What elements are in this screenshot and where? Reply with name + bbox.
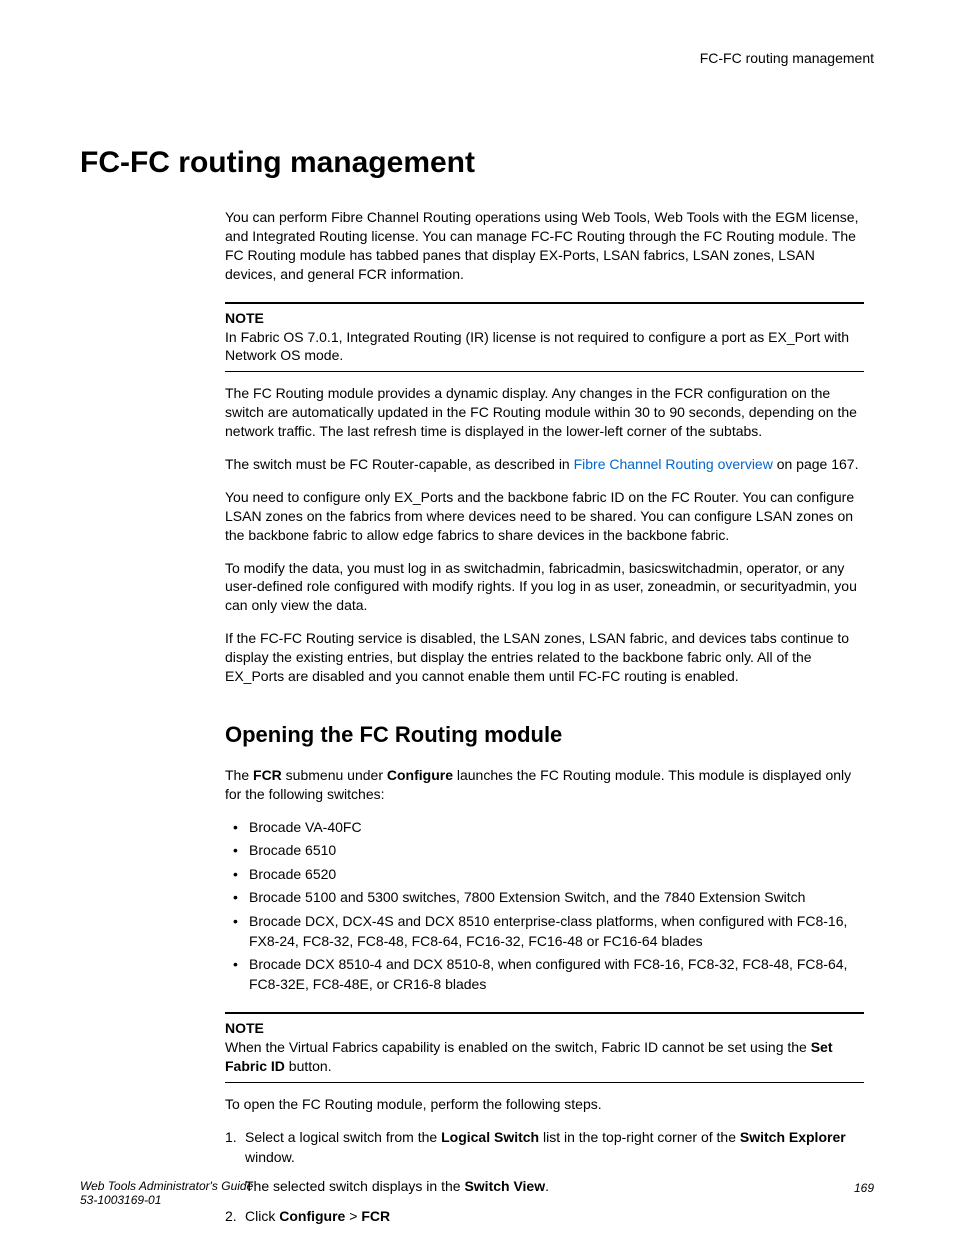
paragraph-5: If the FC-FC Routing service is disabled… <box>225 629 864 686</box>
paragraph-2: The switch must be FC Router-capable, as… <box>225 455 864 474</box>
link-fc-routing-overview[interactable]: Fibre Channel Routing overview <box>574 456 773 472</box>
switch-list: Brocade VA-40FC Brocade 6510 Brocade 652… <box>225 818 864 995</box>
step-2: Click Configure > FCR <box>225 1207 864 1227</box>
footer-docnum: 53-1003169-01 <box>80 1193 874 1207</box>
list-item: Brocade 6520 <box>225 865 864 885</box>
paragraph-3: You need to configure only EX_Ports and … <box>225 488 864 545</box>
list-item: Brocade VA-40FC <box>225 818 864 838</box>
note-label: NOTE <box>225 310 864 326</box>
list-item: Brocade 5100 and 5300 switches, 7800 Ext… <box>225 888 864 908</box>
text: The <box>225 767 253 783</box>
text: > <box>349 1208 361 1224</box>
paragraph-1: The FC Routing module provides a dynamic… <box>225 384 864 441</box>
list-item: Brocade DCX, DCX-4S and DCX 8510 enterpr… <box>225 912 864 951</box>
bold-configure: Configure <box>387 767 453 783</box>
text: button. <box>285 1058 332 1074</box>
note-box-1: NOTE In Fabric OS 7.0.1, Integrated Rout… <box>225 302 864 373</box>
text: on page 167. <box>773 456 859 472</box>
note-box-2: NOTE When the Virtual Fabrics capability… <box>225 1012 864 1083</box>
note-text: When the Virtual Fabrics capability is e… <box>225 1038 864 1076</box>
page-title: FC-FC routing management <box>80 146 874 180</box>
list-item: Brocade 6510 <box>225 841 864 861</box>
page-header-section: FC-FC routing management <box>80 50 874 66</box>
bold-switch-explorer: Switch Explorer <box>740 1129 846 1145</box>
page-footer: Web Tools Administrator's Guide 53-10031… <box>80 1179 874 1207</box>
content-body: You can perform Fibre Channel Routing op… <box>225 208 864 1227</box>
paragraph-4: To modify the data, you must log in as s… <box>225 559 864 616</box>
bold-logical-switch: Logical Switch <box>441 1129 539 1145</box>
text: When the Virtual Fabrics capability is e… <box>225 1039 811 1055</box>
steps-intro: To open the FC Routing module, perform t… <box>225 1095 864 1114</box>
footer-page-number: 169 <box>854 1181 874 1195</box>
intro-paragraph: You can perform Fibre Channel Routing op… <box>225 208 864 284</box>
bold-configure: Configure <box>279 1208 349 1224</box>
bold-fcr: FCR <box>361 1208 390 1224</box>
steps-list: Select a logical switch from the Logical… <box>225 1128 864 1226</box>
text: window. <box>245 1149 295 1165</box>
note-label: NOTE <box>225 1020 864 1036</box>
text: The switch must be FC Router-capable, as… <box>225 456 574 472</box>
sub-intro-paragraph: The FCR submenu under Configure launches… <box>225 766 864 804</box>
text: Select a logical switch from the <box>245 1129 441 1145</box>
list-item: Brocade DCX 8510-4 and DCX 8510-8, when … <box>225 955 864 994</box>
text: Click <box>245 1208 279 1224</box>
footer-title: Web Tools Administrator's Guide <box>80 1179 874 1193</box>
bold-fcr: FCR <box>253 767 282 783</box>
text: list in the top-right corner of the <box>539 1129 740 1145</box>
text: submenu under <box>282 767 387 783</box>
subheading-opening-fc-routing: Opening the FC Routing module <box>225 722 864 748</box>
note-text: In Fabric OS 7.0.1, Integrated Routing (… <box>225 328 864 366</box>
